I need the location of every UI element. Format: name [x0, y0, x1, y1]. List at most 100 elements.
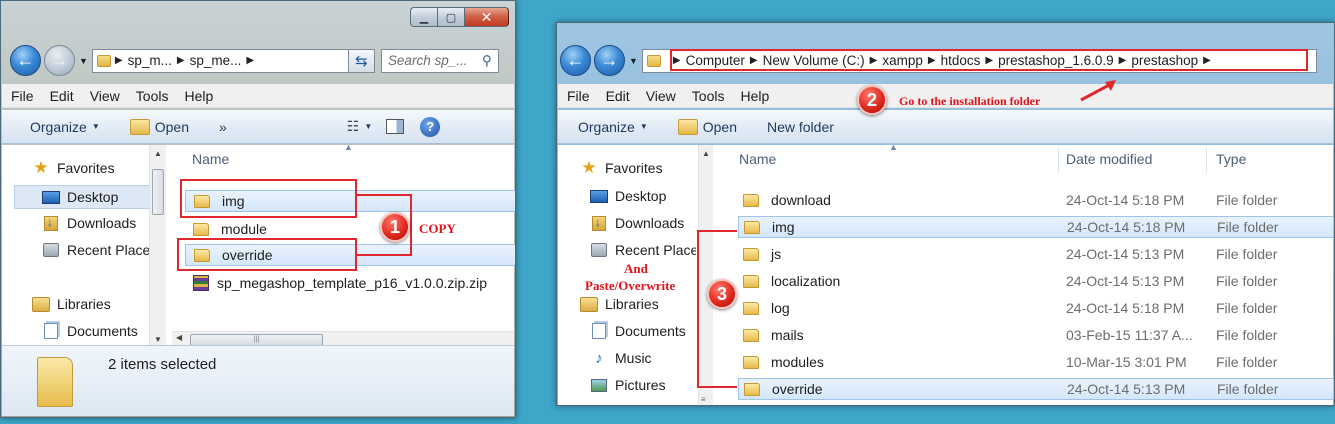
- address-segment[interactable]: sp_me...: [190, 53, 242, 68]
- file-row-mails[interactable]: mails 03-Feb-15 11:37 A... File folder: [738, 324, 1334, 346]
- column-divider[interactable]: [1206, 147, 1207, 173]
- chevron-right-icon[interactable]: ▶: [870, 55, 878, 66]
- open-button[interactable]: Open: [129, 118, 189, 135]
- maximize-button[interactable]: ▢: [437, 7, 464, 27]
- address-segment[interactable]: prestashop_1.6.0.9: [998, 53, 1114, 68]
- menu-view[interactable]: View: [646, 88, 676, 104]
- menu-help[interactable]: Help: [740, 88, 769, 104]
- column-header-type[interactable]: Type: [1216, 145, 1334, 173]
- nav-pictures[interactable]: Pictures: [590, 377, 666, 393]
- sort-ascending-icon: ▲: [889, 142, 898, 152]
- nav-recent-places[interactable]: Recent Places: [42, 242, 150, 258]
- more-commands-button[interactable]: »: [219, 119, 227, 135]
- file-row-localization[interactable]: localization 24-Oct-14 5:13 PM File folder: [738, 270, 1334, 292]
- address-segment[interactable]: sp_m...: [128, 53, 172, 68]
- scroll-grip-icon[interactable]: ≡: [701, 395, 706, 404]
- chevron-right-icon[interactable]: ▶: [928, 55, 936, 66]
- caret-down-icon: ▼: [639, 122, 648, 131]
- chevron-right-icon[interactable]: ▶: [1203, 55, 1211, 66]
- nav-pane-scrollbar[interactable]: ▲ ≡: [698, 145, 713, 405]
- chevron-right-icon[interactable]: ▶: [246, 55, 254, 66]
- nav-recent-places[interactable]: Recent Places: [590, 242, 696, 258]
- folder-icon: [193, 222, 209, 236]
- file-row-log[interactable]: log 24-Oct-14 5:18 PM File folder: [738, 297, 1334, 319]
- address-segment[interactable]: prestashop: [1131, 53, 1198, 68]
- open-label: Open: [154, 118, 189, 135]
- scroll-up-icon[interactable]: ▲: [150, 149, 166, 158]
- chevron-right-icon[interactable]: ▶: [985, 55, 993, 66]
- column-header-name[interactable]: Name ▲: [192, 142, 512, 173]
- scroll-down-icon[interactable]: ▼: [150, 335, 166, 344]
- column-header-name[interactable]: Name ▲: [739, 142, 1059, 173]
- refresh-icon[interactable]: ⇆: [348, 48, 375, 73]
- nav-favorites[interactable]: ★ Favorites: [580, 158, 662, 177]
- menu-file[interactable]: File: [11, 88, 34, 104]
- new-folder-button[interactable]: New folder: [767, 119, 834, 135]
- file-row-override[interactable]: override 24-Oct-14 5:13 PM File folder: [738, 378, 1334, 400]
- nav-downloads[interactable]: Downloads: [42, 215, 136, 231]
- help-button[interactable]: ?: [420, 116, 441, 137]
- address-segment[interactable]: xampp: [882, 53, 923, 68]
- forward-button[interactable]: →: [44, 45, 75, 76]
- search-input[interactable]: Search sp_... ⚲: [380, 48, 499, 73]
- nav-libraries[interactable]: Libraries: [580, 296, 659, 312]
- menu-edit[interactable]: Edit: [50, 88, 74, 104]
- nav-label: Desktop: [67, 189, 119, 205]
- chevron-right-icon[interactable]: ▶: [177, 55, 185, 66]
- chevron-right-icon[interactable]: ▶: [1119, 55, 1127, 66]
- back-button[interactable]: ←: [10, 45, 41, 76]
- menu-edit[interactable]: Edit: [606, 88, 630, 104]
- file-row-js[interactable]: js 24-Oct-14 5:13 PM File folder: [738, 243, 1334, 265]
- address-bar[interactable]: ▶ sp_m... ▶ sp_me... ▶: [91, 48, 349, 73]
- file-row-download[interactable]: download 24-Oct-14 5:18 PM File folder: [738, 189, 1334, 211]
- nav-documents[interactable]: Documents: [42, 323, 138, 339]
- address-segment[interactable]: htdocs: [941, 53, 981, 68]
- scroll-left-icon[interactable]: ◀: [176, 333, 182, 342]
- organize-button[interactable]: Organize ▼: [578, 119, 648, 135]
- preview-pane-button[interactable]: [386, 119, 405, 134]
- nav-libraries[interactable]: Libraries: [32, 296, 111, 312]
- column-header-date[interactable]: Date modified: [1066, 145, 1206, 173]
- file-row-override[interactable]: override: [185, 244, 515, 266]
- chevron-right-icon[interactable]: ▶: [115, 55, 123, 66]
- back-button[interactable]: ←: [560, 45, 591, 76]
- change-view-button[interactable]: ☷ ▼: [347, 118, 372, 135]
- file-row-module[interactable]: module: [185, 218, 515, 240]
- nav-favorites[interactable]: ★ Favorites: [32, 158, 114, 177]
- file-row-img[interactable]: img 24-Oct-14 5:18 PM File folder: [738, 216, 1334, 238]
- address-segment[interactable]: New Volume (C:): [763, 53, 865, 68]
- step-2-label: Go to the installation folder: [899, 94, 1041, 108]
- recent-pages-dropdown-icon[interactable]: ▼: [79, 56, 88, 66]
- new-folder-label: New folder: [766, 118, 834, 135]
- address-bar[interactable]: ▶ Computer ▶ New Volume (C:) ▶ xampp ▶ h…: [641, 48, 1317, 73]
- recent-pages-dropdown-icon[interactable]: ▼: [629, 56, 638, 66]
- nav-documents[interactable]: Documents: [590, 323, 686, 339]
- file-type: File folder: [1216, 327, 1278, 343]
- chevron-right-icon[interactable]: ▶: [673, 55, 681, 66]
- nav-music[interactable]: ♪ Music: [590, 350, 651, 367]
- scrollbar-thumb[interactable]: [152, 169, 164, 215]
- menu-view[interactable]: View: [90, 88, 120, 104]
- search-icon[interactable]: ⚲: [482, 53, 492, 69]
- column-divider[interactable]: [1058, 147, 1059, 173]
- menu-file[interactable]: File: [567, 88, 590, 104]
- nav-downloads[interactable]: Downloads: [590, 215, 684, 231]
- open-button[interactable]: Open: [677, 118, 737, 135]
- forward-button[interactable]: →: [594, 45, 625, 76]
- close-button[interactable]: ✕: [464, 7, 509, 27]
- nav-pane-scrollbar[interactable]: ▲ ▼: [149, 145, 166, 348]
- scroll-up-icon[interactable]: ▲: [699, 149, 713, 158]
- file-row-img[interactable]: img: [185, 190, 515, 212]
- address-segment[interactable]: Computer: [686, 53, 745, 68]
- file-row-modules[interactable]: modules 10-Mar-15 3:01 PM File folder: [738, 351, 1334, 373]
- menu-help[interactable]: Help: [184, 88, 213, 104]
- organize-button[interactable]: Organize ▼: [30, 119, 100, 135]
- minimize-button[interactable]: ▁: [410, 7, 437, 27]
- menu-tools[interactable]: Tools: [136, 88, 169, 104]
- nav-desktop[interactable]: Desktop: [14, 185, 150, 209]
- file-row-zip[interactable]: sp_megashop_template_p16_v1.0.0.zip.zip: [185, 272, 515, 294]
- chevron-right-icon[interactable]: ▶: [750, 55, 758, 66]
- menu-tools[interactable]: Tools: [692, 88, 725, 104]
- connector-line: [697, 386, 737, 388]
- nav-desktop[interactable]: Desktop: [590, 188, 666, 204]
